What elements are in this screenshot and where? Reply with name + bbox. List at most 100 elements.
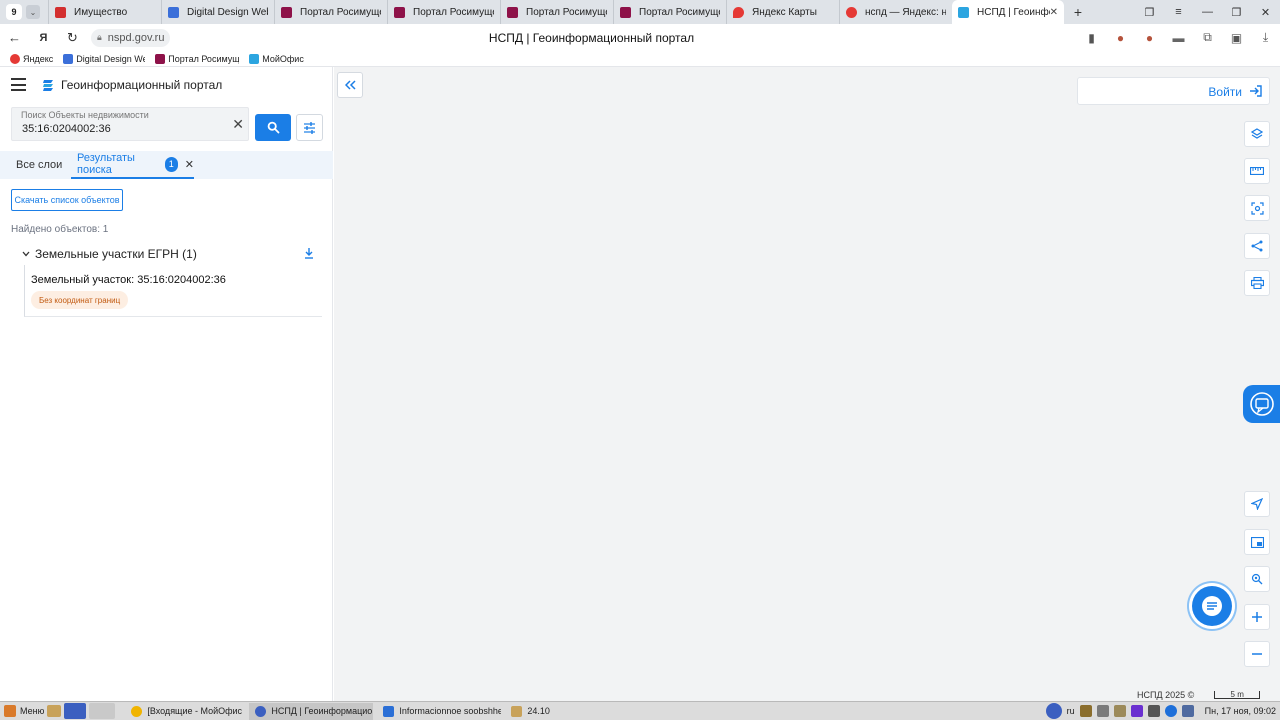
extension-badge-icon[interactable]: ▣ — [1222, 31, 1251, 45]
downloads-icon[interactable]: ⤓ — [1251, 30, 1280, 45]
app-tray-icon[interactable] — [1130, 705, 1143, 717]
clock: Пн, 17 ноя, 09:02 — [1204, 706, 1276, 716]
extension-icon[interactable]: ● — [1106, 31, 1135, 45]
taskbar-task[interactable]: [Входящие - МойОфис П... — [125, 703, 245, 720]
location-search-icon — [1251, 573, 1263, 585]
restore-icon[interactable]: ❐ — [1222, 6, 1251, 19]
filter-sliders-icon — [304, 121, 315, 134]
browser-tab[interactable]: Яндекс Карты — [726, 0, 839, 24]
portal-title: Геоинформационный портал — [61, 78, 223, 92]
tab-all-layers[interactable]: Все слои — [16, 151, 62, 179]
collapse-panel-button[interactable] — [337, 72, 363, 98]
yandex-browser-icon[interactable] — [64, 703, 87, 719]
volume-icon[interactable] — [1096, 705, 1109, 717]
close-tab-icon[interactable]: ✕ — [1050, 7, 1058, 18]
bookmark-item[interactable]: МойОфис — [249, 53, 304, 64]
filter-button[interactable] — [296, 114, 323, 141]
login-icon[interactable] — [1249, 84, 1263, 101]
result-group-header[interactable]: Земельные участки ЕГРН (1) — [22, 247, 322, 261]
browser-tab[interactable]: Имущество — [48, 0, 161, 24]
browser-tab[interactable]: Digital Design Web C — [161, 0, 274, 24]
extension-icon[interactable]: ▬ — [1164, 31, 1193, 45]
result-item[interactable]: Земельный участок: 35:16:0204002:36 Без … — [24, 265, 322, 317]
tabs-dropdown-icon[interactable]: ⌄ — [26, 5, 40, 19]
bookmark-favicon — [249, 53, 260, 64]
hp-printer-icon[interactable] — [1164, 705, 1177, 717]
monitor-icon[interactable] — [1181, 705, 1194, 717]
taskbar-task[interactable]: Informacionnoe soobshhe... — [377, 703, 501, 720]
print-button[interactable] — [1244, 270, 1270, 296]
portal-logo-icon — [43, 80, 53, 91]
tab-manager-icon[interactable]: ❐ — [1135, 6, 1164, 19]
taskbar-task-active[interactable]: НСПД | Геоинформацио... — [249, 702, 374, 720]
start-menu-button[interactable]: Меню — [4, 705, 44, 717]
reading-list-icon[interactable]: ⧉ — [1193, 30, 1222, 45]
new-tab-button[interactable]: + — [1064, 4, 1092, 20]
browser-tab[interactable]: Портал Росимущест — [500, 0, 613, 24]
bookmark-favicon — [63, 53, 74, 64]
tab-title: Портал Росимущест — [526, 6, 607, 18]
os-taskbar: Меню [Входящие - МойОфис П... НСПД | Гео… — [0, 701, 1280, 720]
start-menu-icon — [4, 705, 16, 717]
bookmark-item[interactable]: Яндекс — [10, 53, 53, 64]
bookmark-label: Портал Росимущ — [168, 53, 240, 64]
browser-app-icon — [255, 705, 267, 717]
tab-title: Портал Росимущест — [639, 6, 720, 18]
clear-search-icon[interactable]: ✕ — [232, 116, 244, 133]
share-button[interactable] — [1244, 233, 1270, 259]
bookmark-item[interactable]: Digital Design We — [63, 53, 145, 64]
zoom-in-button[interactable] — [1244, 604, 1270, 630]
browser-tab-active[interactable]: НСПД | Геоинфор✕ — [952, 0, 1064, 24]
minimap-button[interactable] — [1244, 529, 1270, 555]
browser-tab[interactable]: нспд — Яндекс: наш — [839, 0, 952, 24]
message-icon — [1202, 596, 1222, 616]
hamburger-menu-icon[interactable] — [11, 78, 26, 91]
chevron-down-icon[interactable] — [22, 249, 35, 259]
tab-counter[interactable]: 9 — [6, 4, 22, 20]
display-icon[interactable] — [1147, 705, 1160, 717]
login-button[interactable]: Войти — [1208, 85, 1242, 99]
browser-menu-icon[interactable]: ≡ — [1164, 6, 1193, 18]
ruler-button[interactable] — [1244, 158, 1270, 184]
yandex-tray-icon[interactable] — [1045, 703, 1062, 719]
panel-tabs: Все слои Результаты поиска 1 ✕ — [0, 151, 333, 179]
tab-title: нспд — Яндекс: наш — [865, 6, 946, 18]
search-field[interactable]: Поиск Объекты недвижимости ✕ — [11, 107, 249, 141]
map-canvas[interactable]: Войти НСПД 2025 © 5 m — [334, 67, 1280, 701]
zoom-out-button[interactable] — [1244, 641, 1270, 667]
geolocation-button[interactable] — [1244, 566, 1270, 592]
back-icon[interactable]: ← — [0, 30, 29, 45]
network-icon[interactable] — [1079, 705, 1092, 717]
tab-title: Имущество — [74, 6, 128, 18]
chat-assistant-button[interactable] — [1192, 586, 1232, 626]
start-menu-label: Меню — [20, 706, 45, 716]
browser-tab[interactable]: Портал Росимущест — [613, 0, 726, 24]
taskbar-task[interactable]: 24.10 — [505, 703, 565, 720]
locate-me-button[interactable] — [1244, 491, 1270, 517]
search-button[interactable] — [255, 114, 291, 141]
browser-tab[interactable]: Портал Росимущест — [274, 0, 387, 24]
download-icon[interactable] — [304, 247, 314, 262]
found-count: Найдено объектов: 1 — [11, 224, 109, 235]
extension-icon[interactable]: ● — [1135, 31, 1164, 45]
select-area-button[interactable] — [1244, 195, 1270, 221]
reload-icon[interactable]: ↻ — [58, 30, 87, 46]
search-icon — [267, 121, 279, 134]
file-manager-icon[interactable] — [47, 705, 62, 717]
browser-tab[interactable]: Портал Росимущест — [387, 0, 500, 24]
url-field[interactable]: 🔒︎ nspd.gov.ru — [91, 28, 171, 47]
search-input[interactable] — [22, 123, 222, 135]
printer-icon — [1250, 277, 1264, 289]
minimize-icon[interactable]: — — [1193, 6, 1222, 18]
bookmark-item[interactable]: Портал Росимущ — [155, 53, 240, 64]
download-list-button[interactable]: Скачать список объектов — [11, 189, 123, 211]
yandex-icon[interactable]: Я — [29, 32, 58, 44]
clipboard-icon[interactable] — [1113, 705, 1126, 717]
layers-button[interactable] — [1244, 121, 1270, 147]
bookmark-icon[interactable]: ▮ — [1077, 31, 1106, 45]
support-chat-tab[interactable] — [1243, 385, 1280, 423]
tab-search-results[interactable]: Результаты поиска 1 ✕ — [71, 151, 194, 179]
close-results-tab-icon[interactable]: ✕ — [185, 158, 194, 171]
keyboard-layout-indicator[interactable]: ru — [1067, 706, 1075, 716]
close-window-icon[interactable]: ✕ — [1251, 6, 1280, 19]
